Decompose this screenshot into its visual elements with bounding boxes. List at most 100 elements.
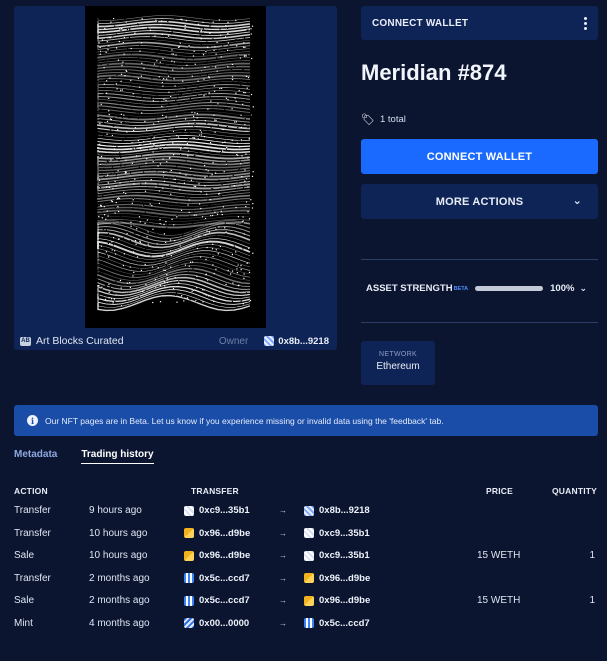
to-address-link[interactable]: 0x8b...9218 <box>319 505 370 516</box>
beta-info-banner: i Our NFT pages are in Beta. Let us know… <box>14 405 598 436</box>
row-action: Transfer <box>14 505 51 516</box>
artwork-image[interactable] <box>85 6 266 328</box>
to-avatar-icon <box>304 618 314 628</box>
arrow-right-icon: → <box>279 596 287 605</box>
collection-name[interactable]: Art Blocks Curated <box>36 335 124 347</box>
more-actions-label: MORE ACTIONS <box>435 195 524 208</box>
banner-text: Our NFT pages are in Beta. Let us know i… <box>45 415 444 426</box>
owner-address-link[interactable]: 0x8b...9218 <box>278 336 329 347</box>
network-box: NETWORK Ethereum <box>361 341 435 385</box>
to-address-link[interactable]: 0x96...d9be <box>319 573 370 584</box>
to-address-link[interactable]: 0x5c...ccd7 <box>319 618 370 629</box>
chevron-down-icon[interactable]: ⌄ <box>579 283 587 294</box>
network-label: NETWORK <box>379 351 417 358</box>
owner-info: Owner 0x8b...9218 <box>219 336 329 347</box>
table-row[interactable]: Mint 4 months ago 0x00...0000 → 0x5c...ccd7 <box>0 618 607 632</box>
row-action: Sale <box>14 550 35 561</box>
asset-strength-fill <box>475 286 544 291</box>
from-avatar-icon <box>184 505 194 516</box>
row-price: 15 WETH <box>477 550 521 561</box>
collection-link[interactable]: AB Art Blocks Curated <box>20 335 124 347</box>
row-time[interactable]: 4 months ago <box>89 618 150 629</box>
from-avatar-icon <box>184 595 194 606</box>
to-avatar-icon <box>304 528 314 538</box>
divider <box>361 259 598 260</box>
from-avatar-icon <box>184 618 194 628</box>
row-from[interactable]: 0x5c...ccd7 <box>184 595 250 606</box>
more-actions-button[interactable]: MORE ACTIONS ⌄ <box>361 184 598 219</box>
divider <box>361 322 598 323</box>
row-to[interactable]: 0xc9...35b1 <box>304 550 370 561</box>
row-action: Mint <box>14 617 33 629</box>
artwork-pattern <box>85 6 266 328</box>
row-time[interactable]: 2 months ago <box>89 595 150 606</box>
row-from[interactable]: 0x5c...ccd7 <box>184 573 250 584</box>
column-header-transfer: TRANSFER <box>191 486 239 496</box>
row-to[interactable]: 0x5c...ccd7 <box>304 618 370 629</box>
row-from[interactable]: 0xc9...35b1 <box>184 505 250 516</box>
column-header-action: ACTION <box>14 486 48 496</box>
row-price: 15 WETH <box>477 595 521 606</box>
to-address-link[interactable]: 0x96...d9be <box>319 595 370 606</box>
to-address-link[interactable]: 0xc9...35b1 <box>319 550 370 561</box>
row-action: Transfer <box>14 527 51 539</box>
artwork-footer: AB Art Blocks Curated Owner 0x8b...9218 <box>20 334 329 348</box>
asset-strength-value: 100% <box>550 283 575 294</box>
more-options-icon[interactable] <box>584 16 587 30</box>
from-avatar-icon <box>184 573 194 583</box>
tag-icon: 🏷 <box>361 114 375 126</box>
beta-badge: BETA <box>453 285 469 292</box>
from-address-link[interactable]: 0x96...d9be <box>199 528 250 539</box>
from-address-link[interactable]: 0x5c...ccd7 <box>199 595 250 606</box>
row-time[interactable]: 10 hours ago <box>89 528 147 539</box>
arrow-right-icon: → <box>279 618 287 628</box>
connect-wallet-link[interactable]: CONNECT WALLET <box>372 18 468 29</box>
to-avatar-icon <box>304 550 314 561</box>
arrow-right-icon: → <box>279 551 287 560</box>
row-from[interactable]: 0x00...0000 <box>184 618 249 629</box>
from-address-link[interactable]: 0x5c...ccd7 <box>199 573 250 584</box>
arrow-right-icon: → <box>279 506 287 515</box>
asset-strength-row[interactable]: ASSET STRENGTH BETA 100% ⌄ <box>366 283 598 294</box>
from-avatar-icon <box>184 528 194 538</box>
row-to[interactable]: 0x96...d9be <box>304 595 370 606</box>
table-row[interactable]: Transfer 10 hours ago 0x96...d9be → 0xc9...3… <box>0 528 607 542</box>
arrow-right-icon: → <box>279 573 287 583</box>
table-row[interactable]: Transfer 9 hours ago 0xc9...35b1 → 0x8b...92… <box>0 505 607 519</box>
row-to[interactable]: 0x8b...9218 <box>304 505 370 516</box>
from-address-link[interactable]: 0xc9...35b1 <box>199 505 250 516</box>
asset-strength-bar <box>475 286 544 291</box>
info-icon: i <box>27 415 38 426</box>
table-row[interactable]: Sale 2 months ago 0x5c...ccd7 → 0x96...d9be 1… <box>0 595 607 609</box>
network-value: Ethereum <box>376 361 420 372</box>
collection-icon: AB <box>20 336 31 346</box>
row-time[interactable]: 10 hours ago <box>89 550 147 561</box>
tab-metadata[interactable]: Metadata <box>14 449 57 464</box>
row-time[interactable]: 2 months ago <box>89 573 150 584</box>
table-row[interactable]: Transfer 2 months ago 0x5c...ccd7 → 0x96...d… <box>0 573 607 587</box>
table-row[interactable]: Sale 10 hours ago 0x96...d9be → 0xc9...35b1 1… <box>0 550 607 564</box>
connect-wallet-bar[interactable]: CONNECT WALLET <box>361 6 598 40</box>
row-quantity: 1 <box>589 595 595 606</box>
connect-wallet-button[interactable]: CONNECT WALLET <box>361 139 598 174</box>
from-address-link[interactable]: 0x96...d9be <box>199 550 250 561</box>
to-avatar-icon <box>304 573 314 583</box>
row-time[interactable]: 9 hours ago <box>89 505 142 516</box>
row-to[interactable]: 0x96...d9be <box>304 573 370 584</box>
total-count: 🏷 1 total <box>361 113 406 126</box>
owner-avatar-icon <box>264 336 275 346</box>
nft-title: Meridian #874 <box>361 60 507 85</box>
tab-bar: Metadata Trading history <box>14 449 154 464</box>
row-from[interactable]: 0x96...d9be <box>184 528 250 539</box>
row-to[interactable]: 0xc9...35b1 <box>304 528 370 539</box>
owner-label: Owner <box>218 335 249 347</box>
from-avatar-icon <box>184 550 194 561</box>
row-action: Transfer <box>14 572 51 584</box>
tab-trading-history[interactable]: Trading history <box>81 449 154 464</box>
artwork-card: AB Art Blocks Curated Owner 0x8b...9218 <box>14 6 337 350</box>
row-from[interactable]: 0x96...d9be <box>184 550 250 561</box>
from-address-link[interactable]: 0x00...0000 <box>199 618 249 629</box>
to-avatar-icon <box>304 595 314 606</box>
to-address-link[interactable]: 0xc9...35b1 <box>319 528 370 539</box>
asset-strength-label: ASSET STRENGTH <box>366 283 453 294</box>
